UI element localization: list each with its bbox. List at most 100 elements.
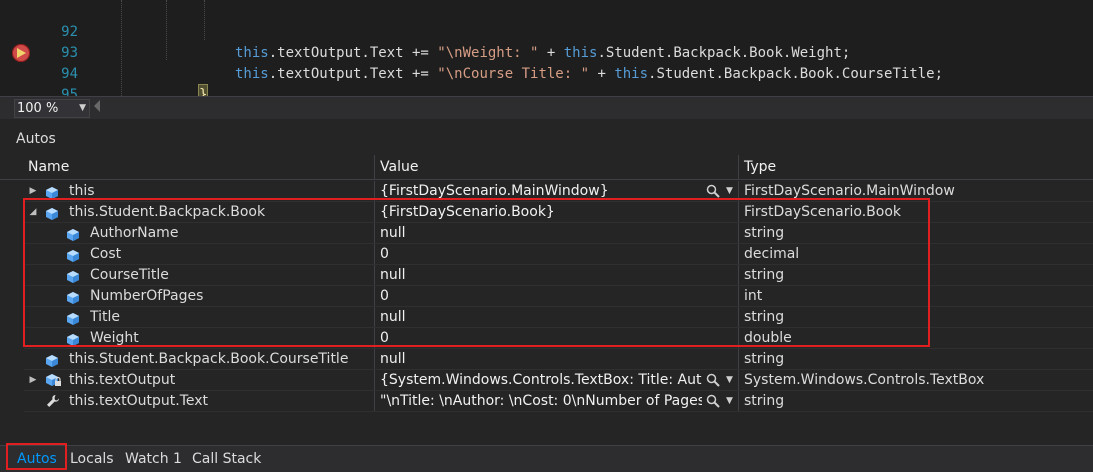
variable-value[interactable]: null: [380, 307, 734, 328]
column-divider: [738, 286, 739, 307]
autos-row[interactable]: ▶ this {FirstDayScenario.MainWindow} ▼ First…: [24, 181, 1093, 202]
column-divider: [374, 328, 375, 349]
property-cube-icon: [67, 227, 79, 241]
code-line-94[interactable]: 94 }: [0, 43, 1093, 96]
code-line-95[interactable]: 95 }: [0, 64, 1093, 96]
row-divider: [24, 411, 1093, 412]
variable-type: FirstDayScenario.MainWindow: [744, 183, 955, 199]
visualizer-dropdown-icon[interactable]: ▼: [726, 181, 733, 202]
variable-value[interactable]: null: [380, 349, 734, 370]
grid-header: Name Value Type: [0, 155, 1093, 180]
expand-arrow-icon[interactable]: ▶: [28, 370, 38, 391]
column-divider: [738, 181, 739, 202]
field-cube-icon: [46, 185, 58, 199]
variable-type: string: [744, 309, 785, 325]
variable-value[interactable]: null: [380, 265, 734, 286]
variable-value[interactable]: {System.Windows.Controls.TextBox: Title:…: [380, 370, 702, 391]
tab-locals[interactable]: Locals: [70, 449, 114, 469]
column-header-name[interactable]: Name: [28, 155, 69, 179]
variable-name: this: [69, 183, 95, 199]
visualizer-dropdown-icon[interactable]: ▼: [726, 391, 733, 412]
variable-value[interactable]: {FirstDayScenario.Book}: [380, 202, 734, 223]
code-line-93[interactable]: 93 this.textOutput.Text += "\nCourse Tit…: [0, 22, 1093, 82]
variable-value[interactable]: 0: [380, 328, 734, 349]
property-cube-icon: [67, 269, 79, 283]
autos-panel-title: Autos: [16, 131, 56, 147]
property-cube-icon: [67, 290, 79, 304]
variable-value[interactable]: 0: [380, 244, 734, 265]
autos-row[interactable]: ▶ this.textOutput {System.Windows.Controls…: [24, 370, 1093, 391]
variable-name: this.textOutput: [69, 372, 176, 388]
variable-type: string: [744, 351, 785, 367]
variable-type: double: [744, 330, 792, 346]
column-divider: [374, 391, 375, 412]
autos-row[interactable]: NumberOfPages 0 int: [24, 286, 1093, 307]
collapse-arrow-icon[interactable]: ◢: [28, 202, 38, 223]
autos-row[interactable]: CourseTitle null string: [24, 265, 1093, 286]
autos-row[interactable]: Cost 0 decimal: [24, 244, 1093, 265]
variable-name: CourseTitle: [90, 267, 169, 283]
variable-type: FirstDayScenario.Book: [744, 204, 902, 220]
variable-value[interactable]: "\nTitle: \nAuthor: \nCost: 0\nNumber of…: [380, 391, 702, 412]
autos-row[interactable]: Title null string: [24, 307, 1093, 328]
zoom-value: 100 %: [17, 101, 59, 116]
column-divider: [374, 223, 375, 244]
autos-row[interactable]: this.Student.Backpack.Book.CourseTitle nu…: [24, 349, 1093, 370]
variable-value[interactable]: null: [380, 223, 734, 244]
column-divider: [374, 307, 375, 328]
variable-name: Cost: [90, 246, 122, 262]
column-divider: [738, 349, 739, 370]
zoom-dropdown[interactable]: 100 % ▼: [14, 99, 90, 118]
column-resize-handle[interactable]: [738, 155, 739, 179]
variable-type: string: [744, 267, 785, 283]
property-cube-icon: [67, 311, 79, 325]
column-divider: [738, 391, 739, 412]
variable-name: AuthorName: [90, 225, 179, 241]
variable-name: Title: [90, 309, 121, 325]
column-divider: [374, 349, 375, 370]
chevron-down-icon: ▼: [79, 103, 86, 113]
annotation-tab-highlight: [6, 443, 67, 470]
column-divider: [738, 244, 739, 265]
variable-value[interactable]: {FirstDayScenario.MainWindow}: [380, 181, 702, 202]
wrench-icon: [46, 394, 60, 408]
code-line-96[interactable]: 96 }: [0, 85, 1093, 96]
variable-type: string: [744, 225, 785, 241]
variable-name: this.textOutput.Text: [69, 393, 209, 409]
debug-tab-strip: Autos Locals Watch 1 Call Stack: [0, 445, 1093, 472]
variable-name: NumberOfPages: [90, 288, 204, 304]
autos-row[interactable]: ◢ this.Student.Backpack.Book {FirstDayScen…: [24, 202, 1093, 223]
column-divider: [374, 202, 375, 223]
column-divider: [374, 370, 375, 391]
field-lock-cube-icon: [46, 373, 61, 387]
column-resize-handle[interactable]: [374, 155, 375, 179]
expand-arrow-icon[interactable]: ▶: [28, 181, 38, 202]
code-line-92[interactable]: 92 this.textOutput.Text += "\nWeight: " …: [0, 1, 1093, 61]
column-divider: [738, 328, 739, 349]
field-cube-icon: [46, 353, 58, 367]
autos-row[interactable]: Weight 0 double: [24, 328, 1093, 349]
tab-call-stack[interactable]: Call Stack: [192, 449, 261, 469]
column-header-value[interactable]: Value: [380, 155, 418, 179]
field-cube-icon: [46, 206, 58, 220]
variable-name: this.Student.Backpack.Book: [69, 204, 266, 220]
tab-watch-1[interactable]: Watch 1: [125, 449, 182, 469]
scroll-left-arrow-icon[interactable]: [94, 100, 100, 112]
column-divider: [374, 265, 375, 286]
column-divider: [374, 286, 375, 307]
variable-value[interactable]: 0: [380, 286, 734, 307]
column-divider: [738, 307, 739, 328]
visualizer-dropdown-icon[interactable]: ▼: [726, 370, 733, 391]
column-header-type[interactable]: Type: [744, 155, 776, 179]
code-editor[interactable]: 92 this.textOutput.Text += "\nWeight: " …: [0, 0, 1093, 96]
autos-row[interactable]: this.textOutput.Text "\nTitle: \nAuthor: …: [24, 391, 1093, 412]
column-divider: [374, 181, 375, 202]
variable-name: this.Student.Backpack.Book.CourseTitle: [69, 351, 349, 367]
variable-type: System.Windows.Controls.TextBox: [744, 372, 985, 388]
column-divider: [738, 223, 739, 244]
variable-type: decimal: [744, 246, 800, 262]
property-cube-icon: [67, 248, 79, 262]
property-cube-icon: [67, 332, 79, 346]
editor-zoom-bar: 100 % ▼: [0, 96, 1093, 119]
autos-row[interactable]: AuthorName null string: [24, 223, 1093, 244]
